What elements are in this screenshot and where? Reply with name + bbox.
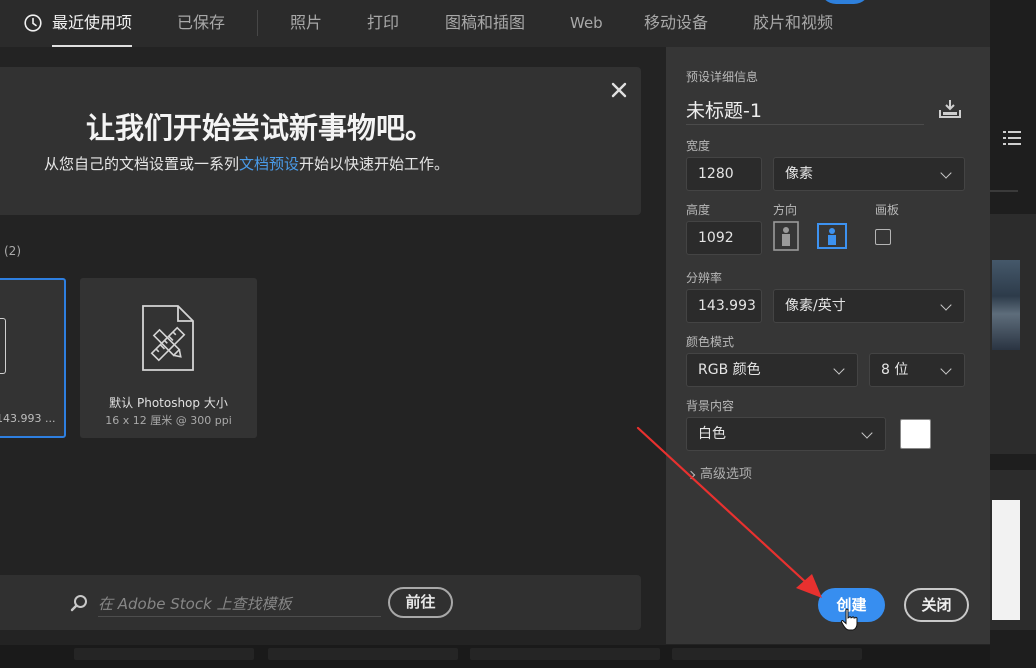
recent-preset-caption: 143.993 ...: [0, 412, 56, 425]
list-view-icon: [1003, 131, 1021, 145]
background-contents-label: 背景内容: [686, 399, 735, 413]
document-ruler-pencil-icon: [142, 305, 194, 371]
tab-film-video[interactable]: 胶片和视频: [753, 0, 833, 47]
tab-web[interactable]: Web: [570, 0, 603, 47]
search-icon: [70, 595, 87, 612]
landscape-orientation-icon[interactable]: [817, 221, 847, 251]
category-tabs: 最近使用项 已保存 照片 打印 图稿和插图 Web 移动设备 胶片和视频: [0, 0, 990, 47]
tab-art-illustration[interactable]: 图稿和插图: [445, 0, 525, 47]
artboard-checkbox[interactable]: [875, 229, 891, 245]
tab-recent[interactable]: 最近使用项: [26, 0, 133, 47]
tab-divider: [257, 10, 258, 36]
resolution-label: 分辨率: [686, 271, 723, 285]
document-icon: [0, 318, 6, 374]
go-button[interactable]: 前往: [388, 587, 453, 618]
color-mode-select[interactable]: RGB 颜色: [686, 353, 858, 387]
width-input[interactable]: 1280: [686, 157, 762, 191]
preset-name: 默认 Photoshop 大小: [109, 396, 228, 410]
recent-preset-card[interactable]: 143.993 ...: [0, 278, 66, 438]
width-label: 宽度: [686, 139, 711, 153]
orientation-label: 方向: [773, 203, 798, 217]
document-presets-link[interactable]: 文档预设: [239, 155, 299, 173]
new-document-dialog: 最近使用项 已保存 照片 打印 图稿和插图 Web 移动设备 胶片和视频 让我们…: [0, 0, 990, 645]
save-preset-icon[interactable]: [938, 99, 962, 119]
welcome-subtitle-text-end: 开始以快速开始工作。: [299, 155, 450, 173]
resolution-input[interactable]: 143.993: [686, 289, 762, 323]
stock-search-input[interactable]: [98, 591, 381, 617]
default-photoshop-size-card[interactable]: 默认 Photoshop 大小 16 x 12 厘米 @ 300 ppi: [80, 278, 257, 438]
welcome-subtitle-text: 从您自己的文档设置或一系列: [44, 155, 240, 173]
welcome-banner: 让我们开始尝试新事物吧。 从您自己的文档设置或一系列文档预设开始以快速开始工作。: [0, 67, 641, 215]
tab-photo[interactable]: 照片: [290, 0, 322, 47]
hand-cursor-icon: [840, 608, 858, 631]
bit-depth-select[interactable]: 8 位: [869, 353, 965, 387]
resolution-unit-select[interactable]: 像素/英寸: [773, 289, 965, 323]
height-label: 高度: [686, 203, 711, 217]
advanced-options-toggle[interactable]: 高级选项: [686, 463, 753, 482]
portrait-orientation-icon[interactable]: [773, 221, 799, 251]
color-mode-label: 颜色模式: [686, 335, 735, 349]
background-color-swatch[interactable]: [900, 419, 931, 449]
welcome-subtitle: 从您自己的文档设置或一系列文档预设开始以快速开始工作。: [44, 153, 449, 174]
advanced-options-label: 高级选项: [700, 467, 753, 482]
tab-print[interactable]: 打印: [367, 0, 399, 47]
recent-count: (2): [4, 244, 21, 258]
close-icon[interactable]: [608, 79, 630, 101]
preset-details-title: 预设详细信息: [686, 70, 759, 84]
preset-details-panel: 预设详细信息 宽度 1280 像素 高度 方向 画板 1092 分辨率 143.…: [666, 47, 990, 644]
height-input[interactable]: 1092: [686, 221, 762, 255]
background-workspace: [990, 0, 1036, 668]
width-unit-select[interactable]: 像素: [773, 157, 965, 191]
tab-saved[interactable]: 已保存: [177, 0, 225, 47]
preset-size: 16 x 12 厘米 @ 300 ppi: [105, 414, 232, 427]
background-thumbnail: [990, 214, 1036, 454]
chevron-right-icon: [686, 470, 696, 480]
divider: [990, 190, 1018, 192]
background-contents-select[interactable]: 白色: [686, 417, 886, 451]
stock-search-bar: 前往: [0, 575, 641, 630]
welcome-title: 让我们开始尝试新事物吧。: [85, 111, 434, 145]
close-button[interactable]: 关闭: [904, 588, 969, 622]
background-thumbnail: [990, 470, 1036, 630]
document-name-input[interactable]: [686, 95, 924, 125]
tab-mobile[interactable]: 移动设备: [644, 0, 708, 47]
artboard-label: 画板: [875, 203, 900, 217]
